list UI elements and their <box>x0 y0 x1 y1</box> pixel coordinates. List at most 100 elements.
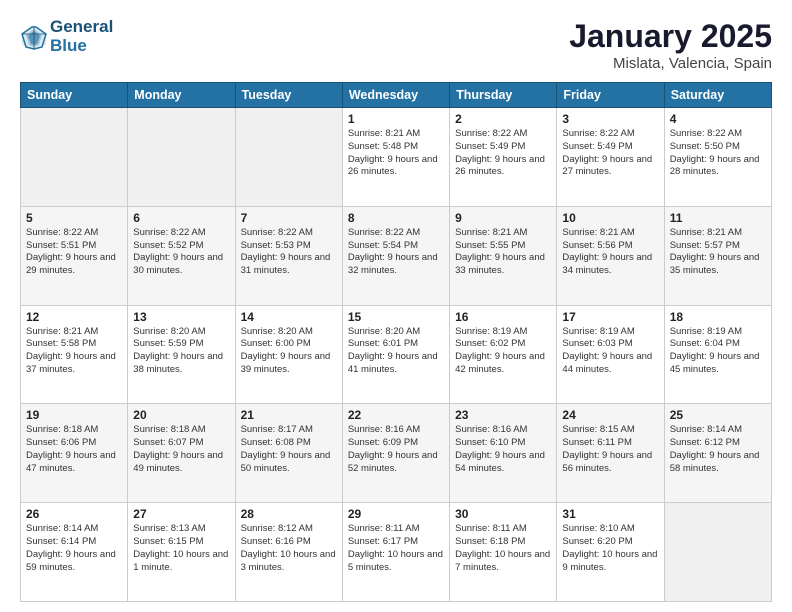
day-number: 3 <box>562 112 658 126</box>
day-info: Sunrise: 8:16 AM Sunset: 6:09 PM Dayligh… <box>348 424 444 475</box>
day-info: Sunrise: 8:20 AM Sunset: 6:00 PM Dayligh… <box>241 326 337 377</box>
day-info: Sunrise: 8:22 AM Sunset: 5:51 PM Dayligh… <box>26 227 122 278</box>
day-number: 6 <box>133 211 229 225</box>
table-row: 9 Sunrise: 8:21 AM Sunset: 5:55 PM Daylig… <box>450 206 557 305</box>
table-row: 21 Sunrise: 8:17 AM Sunset: 6:08 PM Dayli… <box>235 404 342 503</box>
day-number: 19 <box>26 408 122 422</box>
day-info: Sunrise: 8:21 AM Sunset: 5:57 PM Dayligh… <box>670 227 766 278</box>
day-number: 7 <box>241 211 337 225</box>
table-row: 28Sunrise: 8:12 AM Sunset: 6:16 PM Dayli… <box>235 503 342 602</box>
day-info: Sunrise: 8:19 AM Sunset: 6:02 PM Dayligh… <box>455 326 551 377</box>
table-row: 23Sunrise: 8:16 AM Sunset: 6:10 PM Dayli… <box>450 404 557 503</box>
day-info: Sunrise: 8:22 AM Sunset: 5:54 PM Dayligh… <box>348 227 444 278</box>
header-tuesday: Tuesday <box>235 83 342 108</box>
calendar-week-row: 1 Sunrise: 8:21 AM Sunset: 5:48 PM Daylig… <box>21 108 772 207</box>
day-info: Sunrise: 8:17 AM Sunset: 6:08 PM Dayligh… <box>241 424 337 475</box>
table-row: 8Sunrise: 8:22 AM Sunset: 5:54 PM Daylig… <box>342 206 449 305</box>
day-number: 9 <box>455 211 551 225</box>
day-number: 30 <box>455 507 551 521</box>
calendar-table: Sunday Monday Tuesday Wednesday Thursday… <box>20 82 772 602</box>
day-number: 1 <box>348 112 444 126</box>
table-row: 30Sunrise: 8:11 AM Sunset: 6:18 PM Dayli… <box>450 503 557 602</box>
table-row: 13 Sunrise: 8:20 AM Sunset: 5:59 PM Dayli… <box>128 305 235 404</box>
day-info: Sunrise: 8:10 AM Sunset: 6:20 PM Dayligh… <box>562 523 658 574</box>
day-info: Sunrise: 8:20 AM Sunset: 6:01 PM Dayligh… <box>348 326 444 377</box>
table-row <box>664 503 771 602</box>
location: Mislata, Valencia, Spain <box>569 55 772 72</box>
calendar-header-row: Sunday Monday Tuesday Wednesday Thursday… <box>21 83 772 108</box>
table-row: 17Sunrise: 8:19 AM Sunset: 6:03 PM Dayli… <box>557 305 664 404</box>
day-info: Sunrise: 8:18 AM Sunset: 6:06 PM Dayligh… <box>26 424 122 475</box>
day-info: Sunrise: 8:22 AM Sunset: 5:49 PM Dayligh… <box>455 128 551 179</box>
calendar-week-row: 26 Sunrise: 8:14 AM Sunset: 6:14 PM Dayli… <box>21 503 772 602</box>
month-title: January 2025 <box>569 18 772 55</box>
day-number: 14 <box>241 310 337 324</box>
day-number: 10 <box>562 211 658 225</box>
table-row <box>235 108 342 207</box>
logo-icon <box>20 23 48 51</box>
day-info: Sunrise: 8:19 AM Sunset: 6:03 PM Dayligh… <box>562 326 658 377</box>
table-row: 25Sunrise: 8:14 AM Sunset: 6:12 PM Dayli… <box>664 404 771 503</box>
table-row: 20 Sunrise: 8:18 AM Sunset: 6:07 PM Dayli… <box>128 404 235 503</box>
calendar-week-row: 5 Sunrise: 8:22 AM Sunset: 5:51 PM Daylig… <box>21 206 772 305</box>
day-info: Sunrise: 8:21 AM Sunset: 5:56 PM Dayligh… <box>562 227 658 278</box>
day-info: Sunrise: 8:18 AM Sunset: 6:07 PM Dayligh… <box>133 424 229 475</box>
header-friday: Friday <box>557 83 664 108</box>
table-row: 24 Sunrise: 8:15 AM Sunset: 6:11 PM Dayli… <box>557 404 664 503</box>
day-number: 13 <box>133 310 229 324</box>
table-row: 27 Sunrise: 8:13 AM Sunset: 6:15 PM Dayli… <box>128 503 235 602</box>
day-number: 24 <box>562 408 658 422</box>
day-info: Sunrise: 8:22 AM Sunset: 5:50 PM Dayligh… <box>670 128 766 179</box>
logo: General Blue <box>20 18 113 55</box>
calendar-week-row: 19 Sunrise: 8:18 AM Sunset: 6:06 PM Dayli… <box>21 404 772 503</box>
day-info: Sunrise: 8:21 AM Sunset: 5:55 PM Dayligh… <box>455 227 551 278</box>
table-row: 10 Sunrise: 8:21 AM Sunset: 5:56 PM Dayli… <box>557 206 664 305</box>
table-row: 3 Sunrise: 8:22 AM Sunset: 5:49 PM Daylig… <box>557 108 664 207</box>
day-info: Sunrise: 8:21 AM Sunset: 5:48 PM Dayligh… <box>348 128 444 179</box>
day-info: Sunrise: 8:20 AM Sunset: 5:59 PM Dayligh… <box>133 326 229 377</box>
day-info: Sunrise: 8:13 AM Sunset: 6:15 PM Dayligh… <box>133 523 229 574</box>
table-row: 5 Sunrise: 8:22 AM Sunset: 5:51 PM Daylig… <box>21 206 128 305</box>
header-wednesday: Wednesday <box>342 83 449 108</box>
table-row: 4 Sunrise: 8:22 AM Sunset: 5:50 PM Daylig… <box>664 108 771 207</box>
day-info: Sunrise: 8:22 AM Sunset: 5:49 PM Dayligh… <box>562 128 658 179</box>
table-row: 14 Sunrise: 8:20 AM Sunset: 6:00 PM Dayli… <box>235 305 342 404</box>
table-row: 2 Sunrise: 8:22 AM Sunset: 5:49 PM Daylig… <box>450 108 557 207</box>
day-number: 4 <box>670 112 766 126</box>
day-number: 20 <box>133 408 229 422</box>
day-info: Sunrise: 8:15 AM Sunset: 6:11 PM Dayligh… <box>562 424 658 475</box>
day-number: 16 <box>455 310 551 324</box>
table-row: 11Sunrise: 8:21 AM Sunset: 5:57 PM Dayli… <box>664 206 771 305</box>
table-row: 18Sunrise: 8:19 AM Sunset: 6:04 PM Dayli… <box>664 305 771 404</box>
day-number: 12 <box>26 310 122 324</box>
header-saturday: Saturday <box>664 83 771 108</box>
day-number: 5 <box>26 211 122 225</box>
table-row: 31 Sunrise: 8:10 AM Sunset: 6:20 PM Dayli… <box>557 503 664 602</box>
table-row <box>21 108 128 207</box>
title-block: January 2025 Mislata, Valencia, Spain <box>569 18 772 72</box>
table-row: 12Sunrise: 8:21 AM Sunset: 5:58 PM Dayli… <box>21 305 128 404</box>
day-number: 18 <box>670 310 766 324</box>
table-row: 29Sunrise: 8:11 AM Sunset: 6:17 PM Dayli… <box>342 503 449 602</box>
table-row: 15 Sunrise: 8:20 AM Sunset: 6:01 PM Dayli… <box>342 305 449 404</box>
day-number: 23 <box>455 408 551 422</box>
day-number: 28 <box>241 507 337 521</box>
logo-text: General Blue <box>50 18 113 55</box>
table-row: 1 Sunrise: 8:21 AM Sunset: 5:48 PM Daylig… <box>342 108 449 207</box>
table-row: 22Sunrise: 8:16 AM Sunset: 6:09 PM Dayli… <box>342 404 449 503</box>
day-number: 2 <box>455 112 551 126</box>
day-info: Sunrise: 8:22 AM Sunset: 5:52 PM Dayligh… <box>133 227 229 278</box>
day-info: Sunrise: 8:14 AM Sunset: 6:14 PM Dayligh… <box>26 523 122 574</box>
header-thursday: Thursday <box>450 83 557 108</box>
day-number: 21 <box>241 408 337 422</box>
header-sunday: Sunday <box>21 83 128 108</box>
table-row: 16 Sunrise: 8:19 AM Sunset: 6:02 PM Dayli… <box>450 305 557 404</box>
calendar-week-row: 12Sunrise: 8:21 AM Sunset: 5:58 PM Dayli… <box>21 305 772 404</box>
day-number: 26 <box>26 507 122 521</box>
page: General Blue January 2025 Mislata, Valen… <box>0 0 792 612</box>
day-number: 27 <box>133 507 229 521</box>
table-row: 26 Sunrise: 8:14 AM Sunset: 6:14 PM Dayli… <box>21 503 128 602</box>
header-monday: Monday <box>128 83 235 108</box>
day-number: 31 <box>562 507 658 521</box>
day-number: 15 <box>348 310 444 324</box>
